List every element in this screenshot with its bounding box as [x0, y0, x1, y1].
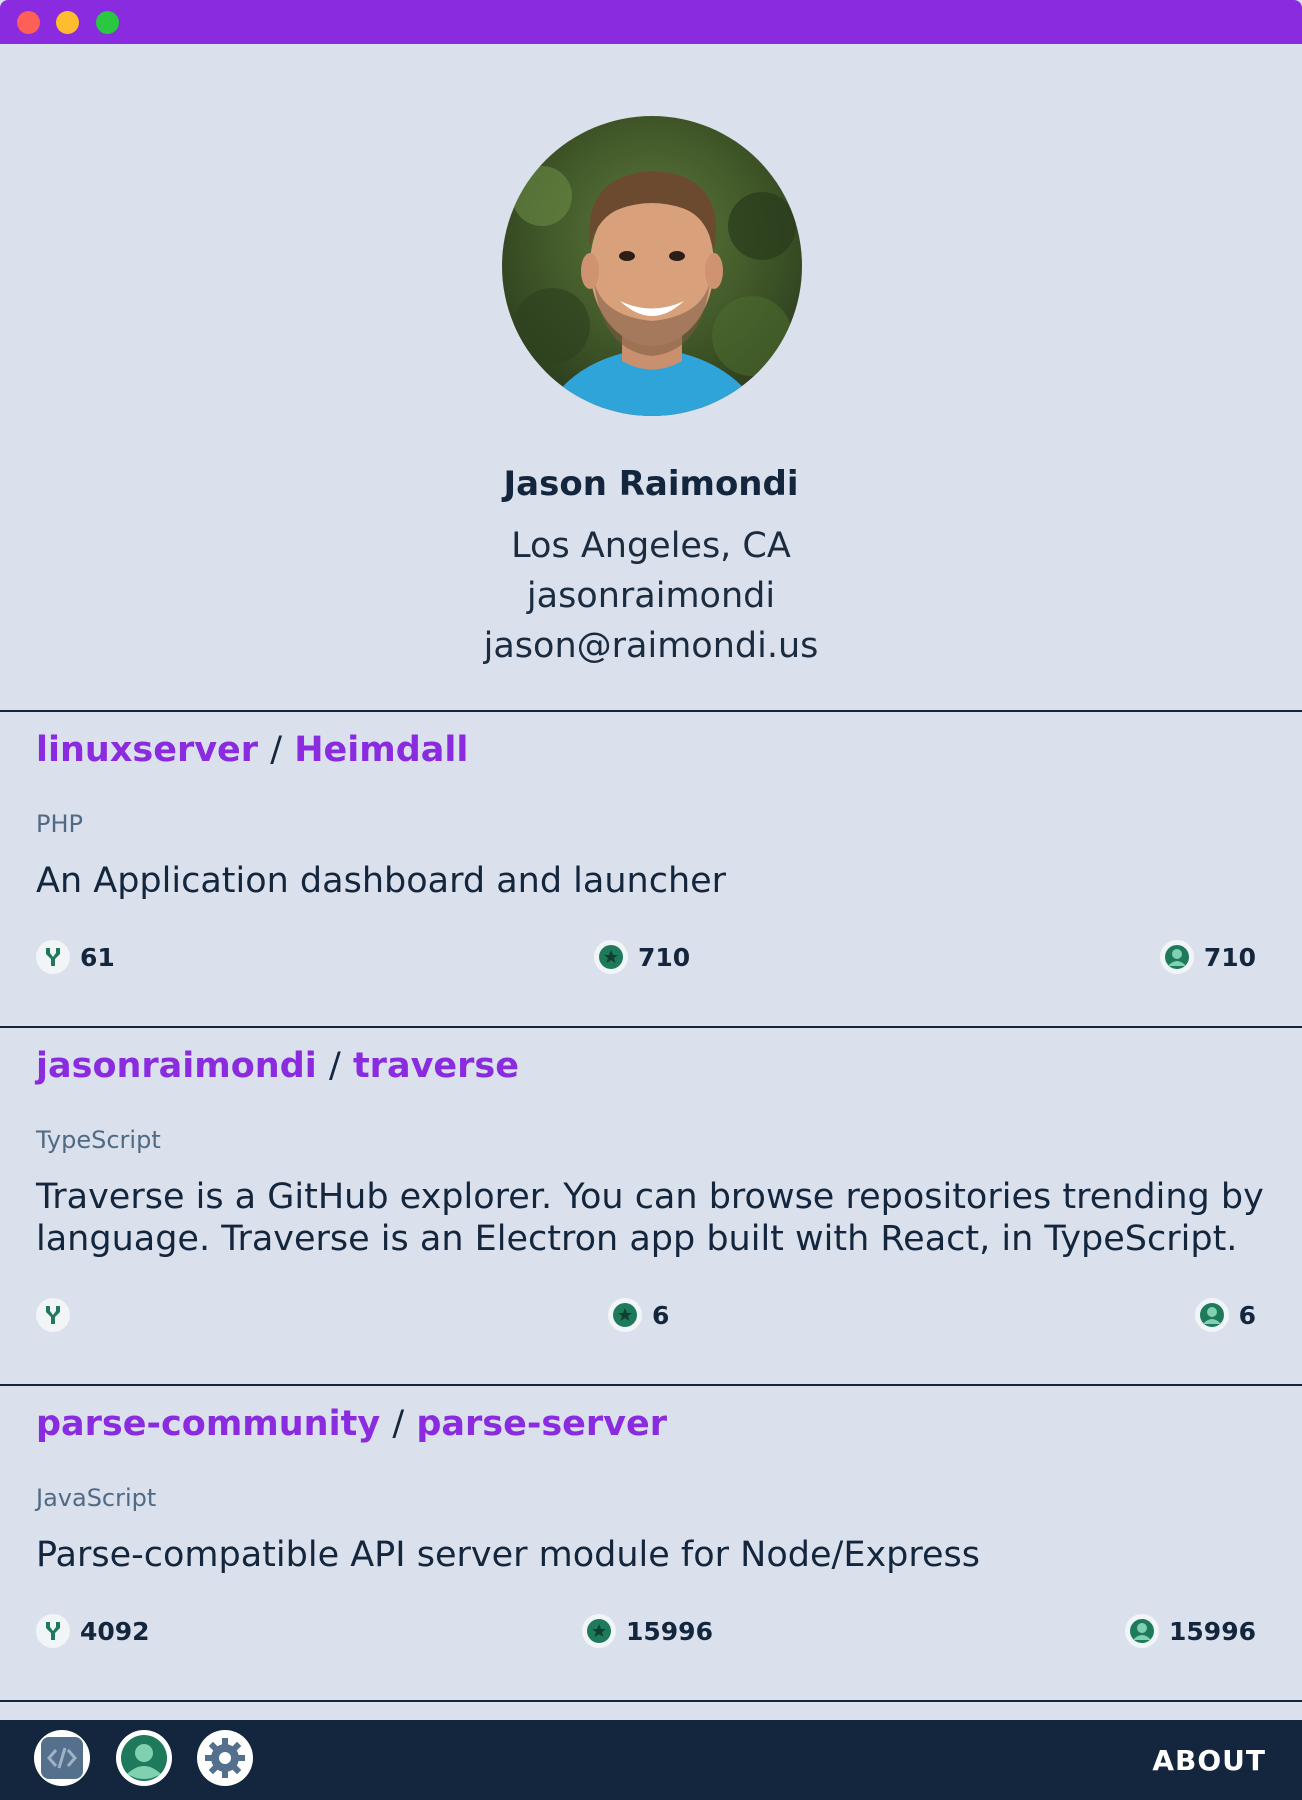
repo-separator: /: [270, 730, 283, 770]
minimize-window-button[interactable]: [56, 11, 79, 34]
fork-stat: 61: [36, 940, 115, 974]
repo-card[interactable]: linuxserver / Heimdall PHP An Applicatio…: [0, 712, 1302, 1026]
user-icon: [1194, 1298, 1229, 1332]
star-stat: 15996: [582, 1614, 713, 1648]
repo-title[interactable]: jasonraimondi / traverse: [36, 1046, 519, 1086]
watcher-stat: 15996: [1125, 1614, 1256, 1648]
profile-name: Jason Raimondi: [503, 464, 799, 504]
profile-location: Los Angeles, CA: [511, 526, 791, 566]
repo-language: PHP: [36, 810, 83, 838]
star-count: 710: [638, 942, 691, 972]
star-badge-icon: [608, 1298, 642, 1332]
user-icon: [121, 1735, 167, 1781]
star-badge-icon: [594, 940, 628, 974]
gear-icon: [205, 1738, 245, 1778]
repo-title[interactable]: linuxserver / Heimdall: [36, 730, 468, 770]
repo-name[interactable]: parse-server: [416, 1404, 667, 1444]
star-count: 15996: [626, 1616, 713, 1646]
repo-name[interactable]: Heimdall: [294, 730, 468, 770]
close-window-button[interactable]: [17, 11, 40, 34]
settings-nav-button[interactable]: [197, 1730, 253, 1786]
title-bar[interactable]: [0, 0, 1302, 44]
fork-stat: [36, 1298, 80, 1332]
star-count: 6: [652, 1300, 670, 1330]
repo-description: Parse-compatible API server module for N…: [36, 1535, 980, 1575]
repo-owner[interactable]: parse-community: [36, 1404, 380, 1444]
watcher-count: 6: [1238, 1300, 1256, 1330]
repo-language: TypeScript: [36, 1126, 161, 1154]
user-icon: [1125, 1614, 1160, 1648]
repo-language: JavaScript: [36, 1484, 157, 1512]
repo-card[interactable]: jasonraimondi / traverse TypeScript Trav…: [0, 1028, 1302, 1384]
maximize-window-button[interactable]: [96, 11, 119, 34]
star-badge-icon: [582, 1614, 616, 1648]
about-link[interactable]: ABOUT: [1152, 1744, 1266, 1777]
watcher-stat: 6: [1194, 1298, 1256, 1332]
star-stat: 710: [594, 940, 690, 974]
profile-nav-button[interactable]: [116, 1730, 172, 1786]
repo-separator: /: [328, 1046, 341, 1086]
avatar: [502, 116, 802, 416]
app-window: Jason Raimondi Los Angeles, CA jasonraim…: [0, 0, 1302, 1800]
watcher-stat: 710: [1159, 940, 1256, 974]
fork-stat: 4092: [36, 1614, 150, 1648]
repo-owner[interactable]: jasonraimondi: [36, 1046, 317, 1086]
bottom-nav-bar: ABOUT: [0, 1720, 1302, 1800]
code-icon: [41, 1737, 83, 1779]
profile-email[interactable]: jason@raimondi.us: [0, 626, 1302, 666]
star-stat: 6: [608, 1298, 669, 1332]
fork-icon: [36, 940, 70, 974]
repo-description: An Application dashboard and launcher: [36, 861, 727, 901]
user-icon: [1159, 940, 1194, 974]
fork-count: 4092: [80, 1616, 150, 1646]
code-nav-button[interactable]: [34, 1730, 90, 1786]
repo-owner[interactable]: linuxserver: [36, 730, 258, 770]
repo-separator: /: [392, 1404, 405, 1444]
fork-icon: [36, 1614, 70, 1648]
fork-count: 61: [80, 942, 115, 972]
profile-section: Jason Raimondi Los Angeles, CA jasonraim…: [0, 44, 1302, 710]
repo-name[interactable]: traverse: [353, 1046, 519, 1086]
fork-icon: [36, 1298, 70, 1332]
profile-username: jasonraimondi: [526, 576, 776, 616]
watcher-count: 710: [1203, 942, 1256, 972]
repo-card[interactable]: parse-community / parse-server JavaScrip…: [0, 1386, 1302, 1700]
repo-title[interactable]: parse-community / parse-server: [36, 1404, 667, 1444]
watcher-count: 15996: [1169, 1616, 1256, 1646]
repo-description: Traverse is a GitHub explorer. You can b…: [36, 1177, 1264, 1259]
divider: [0, 1700, 1302, 1702]
